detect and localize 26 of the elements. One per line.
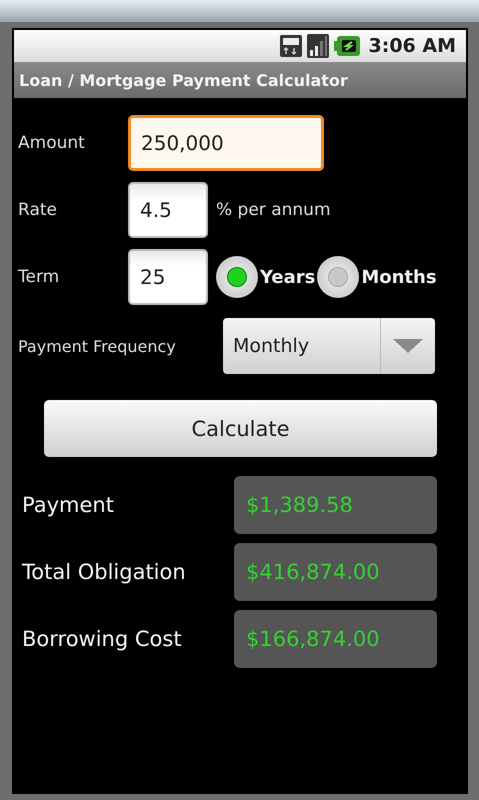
term-input[interactable]: 25 (128, 249, 208, 305)
result-value: $166,874.00 (234, 610, 437, 668)
battery-charging-icon (334, 36, 360, 56)
result-label: Payment (21, 493, 115, 517)
amount-input[interactable]: 250,000 (128, 115, 324, 171)
rate-input[interactable]: 4.5 (128, 182, 208, 238)
result-label: Total Obligation (21, 560, 187, 584)
status-time: 3:06 AM (368, 35, 456, 57)
signal-icon (306, 34, 328, 58)
network-3g-icon (280, 35, 302, 57)
radio-button[interactable] (317, 256, 360, 298)
term-label: Term (18, 267, 60, 287)
app-title: Loan / Mortgage Payment Calculator (19, 70, 348, 90)
calculate-button[interactable]: Calculate (44, 400, 437, 457)
amount-label: Amount (18, 133, 86, 153)
result-value: $1,389.58 (234, 476, 437, 534)
frequency-dropdown[interactable]: Monthly (223, 318, 435, 374)
result-value: $416,874.00 (234, 543, 437, 601)
radio-label[interactable]: Years (260, 266, 316, 288)
dropdown-caret-icon (393, 339, 423, 353)
rate-label: Rate (18, 200, 58, 220)
result-label: Borrowing Cost (21, 627, 183, 651)
radio-label[interactable]: Months (361, 266, 437, 288)
radio-button[interactable] (216, 256, 258, 298)
frequency-label: Payment Frequency (18, 336, 177, 356)
rate-unit: % per annum (216, 200, 331, 220)
